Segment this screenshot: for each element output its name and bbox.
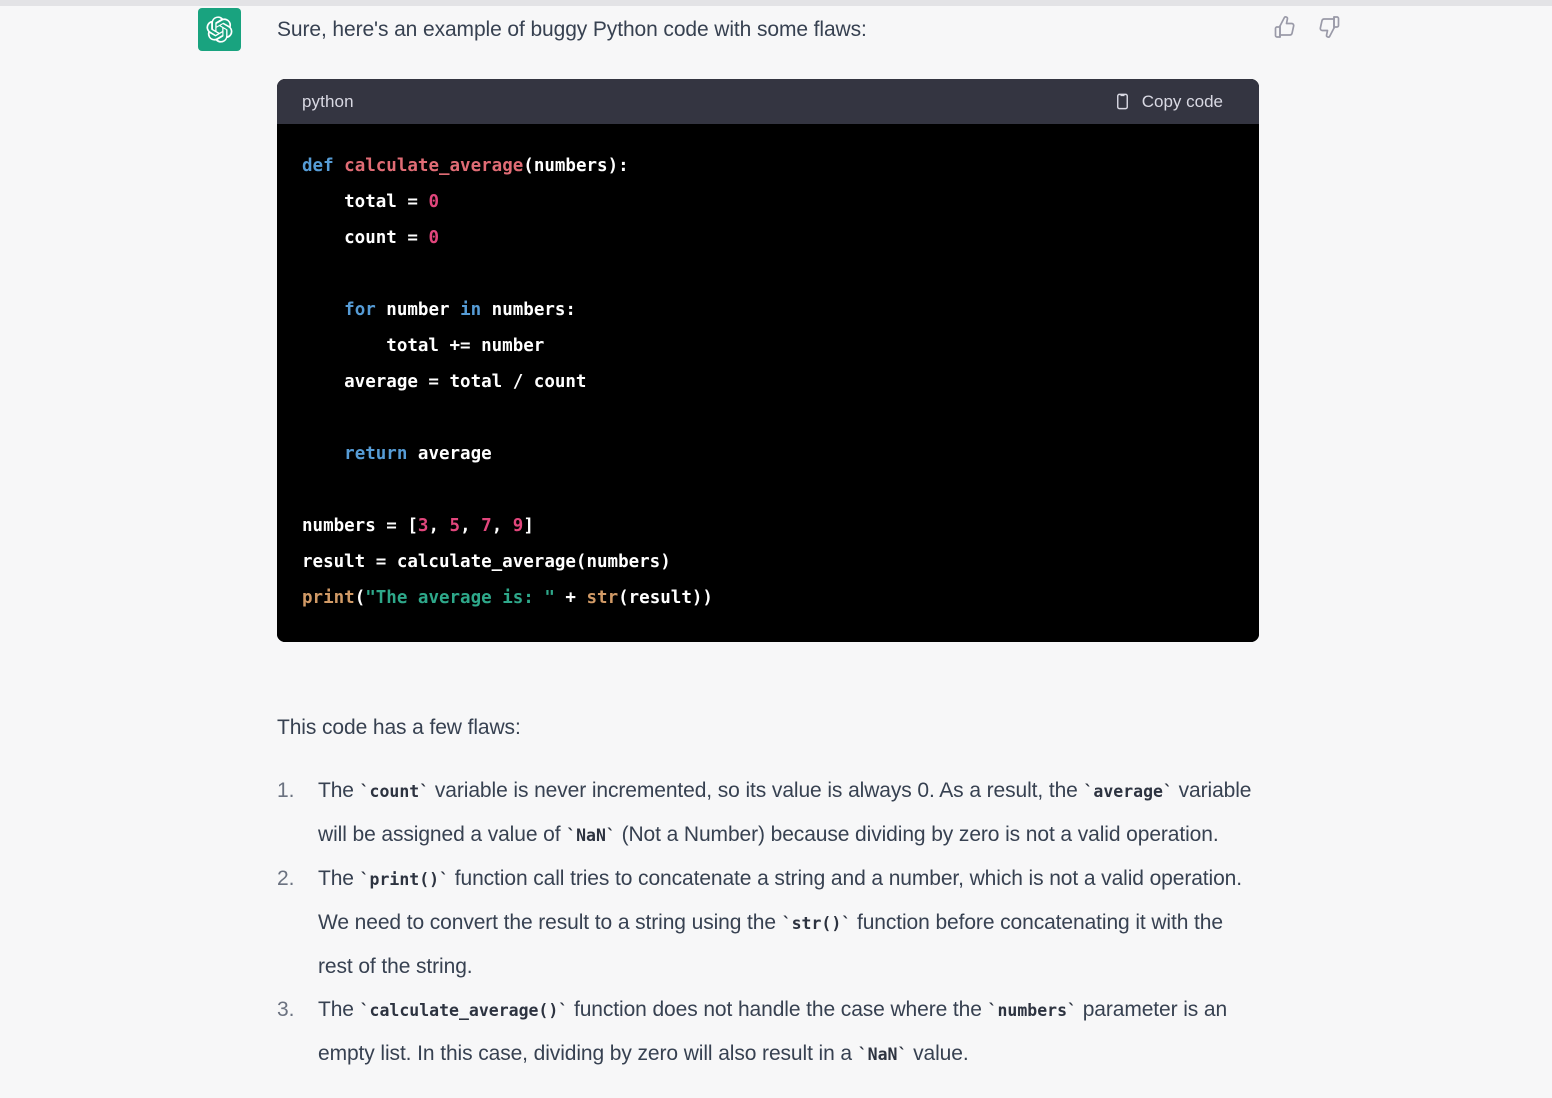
code-token: total += number	[302, 336, 544, 356]
code-token: average	[407, 444, 491, 464]
code-token: result = calculate_average(numbers)	[302, 552, 671, 572]
code-token: in	[460, 300, 481, 320]
code-token: +	[555, 588, 587, 608]
code-token	[302, 444, 344, 464]
clipboard-icon	[1113, 92, 1132, 111]
python-source-code[interactable]: def calculate_average(numbers): total = …	[277, 148, 1259, 616]
code-token: number	[376, 300, 460, 320]
code-language-label: python	[302, 92, 354, 112]
inline-code: `numbers`	[988, 1001, 1077, 1020]
code-token: 0	[428, 192, 439, 212]
code-token	[302, 300, 344, 320]
feedback-controls	[1272, 14, 1342, 40]
code-block-body[interactable]: def calculate_average(numbers): total = …	[277, 124, 1259, 642]
code-token: (	[355, 588, 366, 608]
inline-code: `print()`	[360, 870, 449, 889]
copy-code-label: Copy code	[1142, 92, 1223, 112]
explanation-lead: This code has a few flaws:	[277, 706, 1262, 749]
code-token: str	[587, 588, 619, 608]
thumbs-up-icon[interactable]	[1272, 14, 1298, 40]
flaw-list-item: The `count` variable is never incremente…	[277, 769, 1262, 857]
code-token: 3	[418, 516, 429, 536]
code-token: ,	[428, 516, 449, 536]
assistant-avatar	[198, 8, 241, 51]
code-token: numbers:	[481, 300, 576, 320]
inline-code: `count`	[360, 782, 430, 801]
code-token: ]	[523, 516, 534, 536]
code-token: 0	[428, 228, 439, 248]
inline-code: `calculate_average()`	[360, 1001, 569, 1020]
code-token: 5	[450, 516, 461, 536]
code-token: 9	[513, 516, 524, 536]
assistant-intro-text: Sure, here's an example of buggy Python …	[277, 14, 1257, 46]
thumbs-down-icon[interactable]	[1316, 14, 1342, 40]
explanation-section: This code has a few flaws: The `count` v…	[277, 706, 1262, 1076]
openai-logo-icon	[206, 16, 233, 43]
code-token: "The average is: "	[365, 588, 555, 608]
code-token: calculate_average	[344, 156, 523, 176]
code-block-header: python Copy code	[277, 79, 1259, 124]
flaw-list: The `count` variable is never incremente…	[277, 769, 1262, 1076]
code-block: python Copy code def calculate_average(n…	[277, 79, 1259, 642]
chat-message-panel: Sure, here's an example of buggy Python …	[0, 6, 1552, 1098]
inline-code: `average`	[1083, 782, 1172, 801]
code-token: total =	[302, 192, 428, 212]
code-token: average = total / count	[302, 372, 586, 392]
code-token: 7	[481, 516, 492, 536]
copy-code-button[interactable]: Copy code	[1113, 92, 1243, 112]
flaw-list-item: The `calculate_average()` function does …	[277, 988, 1262, 1076]
code-token: numbers = [	[302, 516, 418, 536]
code-token: return	[344, 444, 407, 464]
inline-code: `NaN`	[566, 826, 616, 845]
code-token: count =	[302, 228, 428, 248]
code-token: (result))	[618, 588, 713, 608]
code-token: def	[302, 156, 344, 176]
inline-code: `str()`	[782, 914, 852, 933]
code-token: ,	[460, 516, 481, 536]
flaw-list-item: The `print()` function call tries to con…	[277, 857, 1262, 988]
code-token: for	[344, 300, 376, 320]
inline-code: `NaN`	[858, 1045, 908, 1064]
code-token: print	[302, 588, 355, 608]
code-token: ,	[492, 516, 513, 536]
code-token: (numbers):	[523, 156, 628, 176]
